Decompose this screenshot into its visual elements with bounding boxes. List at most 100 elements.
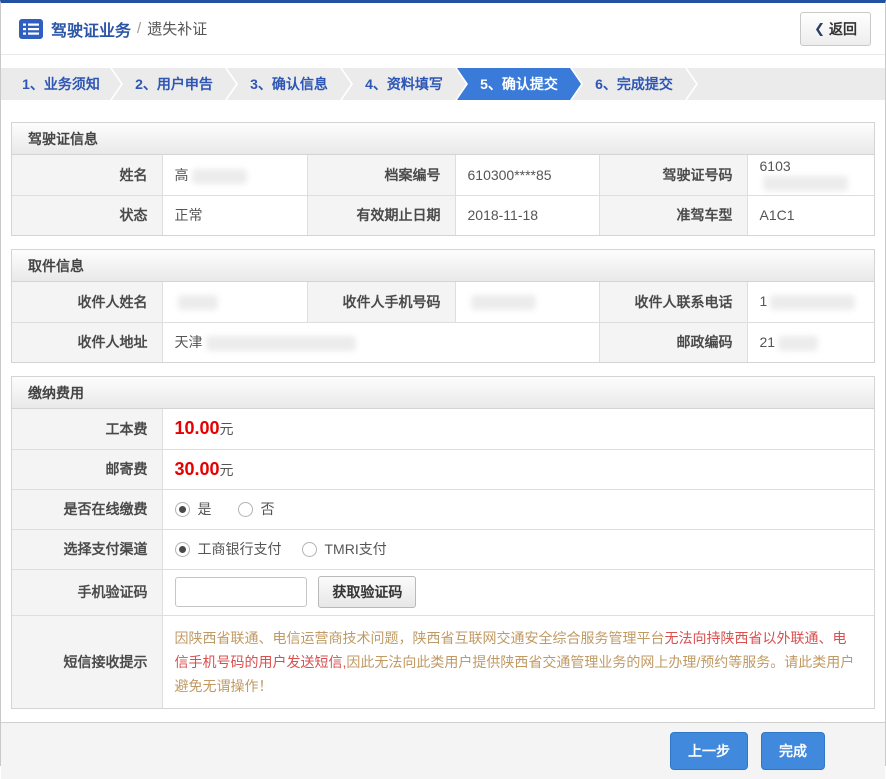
step-wizard-bar: 1、业务须知 2、用户申告 3、确认信息 4、资料填写 5、确认提交 6、完成提…	[1, 68, 885, 100]
table-row: 收件人地址 天津 邮政编码 21	[12, 322, 874, 362]
section-pickup-info: 取件信息 收件人姓名 收件人手机号码 收件人联系电话 1 收件人地址 天津 邮政…	[11, 249, 875, 363]
radio-channel-tmri[interactable]: TMRI支付	[302, 539, 387, 559]
step-1-business-notice: 1、业务须知	[1, 68, 121, 100]
section-title-license-info: 驾驶证信息	[12, 123, 874, 155]
step-bar-filler	[687, 68, 885, 100]
step-6-complete-submit: 6、完成提交	[572, 68, 696, 100]
sms-code-field: 获取验证码	[162, 569, 874, 615]
radio-selected-icon	[175, 502, 190, 517]
name-label: 姓名	[12, 155, 162, 195]
get-code-button[interactable]: 获取验证码	[318, 576, 416, 608]
file-no-value: 610300****85	[455, 155, 599, 195]
sms-notice-label: 短信接收提示	[12, 615, 162, 708]
status-label: 状态	[12, 195, 162, 235]
postage-value: 30.00元	[162, 449, 874, 489]
table-row: 姓名 高 档案编号 610300****85 驾驶证号码 6103	[12, 155, 874, 195]
back-chevron-icon: ❮	[814, 21, 825, 37]
channel-label: 选择支付渠道	[12, 529, 162, 569]
back-button[interactable]: ❮ 返回	[800, 12, 871, 46]
radio-label: TMRI支付	[325, 539, 387, 559]
postage-amount: 30.00	[175, 459, 220, 479]
vehicle-class-label: 准驾车型	[599, 195, 747, 235]
table-row: 手机验证码 获取验证码	[12, 569, 874, 615]
redacted-name	[192, 169, 247, 184]
postage-unit: 元	[220, 462, 234, 478]
header: 驾驶证业务 / 遗失补证 ❮ 返回	[1, 3, 885, 55]
section-title-pickup-info: 取件信息	[12, 250, 874, 282]
name-value: 高	[162, 155, 307, 195]
postage-label: 邮寄费	[12, 449, 162, 489]
finish-button[interactable]: 完成	[761, 732, 825, 770]
radio-label: 是	[198, 499, 212, 519]
radio-online-no[interactable]: 否	[238, 499, 275, 519]
table-row: 短信接收提示 因陕西省联通、电信运营商技术问题，陕西省互联网交通安全综合服务管理…	[12, 615, 874, 708]
pickup-info-table: 收件人姓名 收件人手机号码 收件人联系电话 1 收件人地址 天津 邮政编码 21	[12, 282, 874, 362]
table-row: 工本费 10.00元	[12, 409, 874, 449]
sms-notice-text: 因陕西省联通、电信运营商技术问题，陕西省互联网交通安全综合服务管理平台无法向持陕…	[162, 615, 874, 708]
back-button-label: 返回	[829, 19, 857, 39]
section-title-payment: 缴纳费用	[12, 377, 874, 409]
payment-table: 工本费 10.00元 邮寄费 30.00元 是否在线缴费 是	[12, 409, 874, 708]
recipient-address-label: 收件人地址	[12, 322, 162, 362]
notice-part-1: 因陕西省联通、电信运营商技术问题，陕西省互联网交通安全综合服务管理平台	[175, 630, 665, 646]
radio-unselected-icon	[302, 542, 317, 557]
table-row: 状态 正常 有效期止日期 2018-11-18 准驾车型 A1C1	[12, 195, 874, 235]
step-4-fill-data: 4、资料填写	[342, 68, 466, 100]
expiry-value: 2018-11-18	[455, 195, 599, 235]
radio-label: 工商银行支付	[198, 539, 282, 559]
expiry-label: 有效期止日期	[307, 195, 455, 235]
radio-selected-icon	[175, 542, 190, 557]
table-row: 选择支付渠道 工商银行支付 TMRI支付	[12, 529, 874, 569]
online-pay-options: 是 否	[162, 489, 874, 529]
sms-code-input[interactable]	[175, 577, 307, 607]
license-no-value: 6103	[747, 155, 874, 195]
postal-code-value: 21	[747, 322, 874, 362]
recipient-phone-label: 收件人联系电话	[599, 282, 747, 322]
step-2-user-declaration: 2、用户申告	[112, 68, 236, 100]
vehicle-class-value: A1C1	[747, 195, 874, 235]
license-info-table: 姓名 高 档案编号 610300****85 驾驶证号码 6103 状态 正常 …	[12, 155, 874, 235]
license-list-icon	[19, 19, 43, 39]
file-no-label: 档案编号	[307, 155, 455, 195]
fee-label: 工本费	[12, 409, 162, 449]
redacted-recipient-name	[178, 295, 218, 310]
fee-value: 10.00元	[162, 409, 874, 449]
sms-code-label: 手机验证码	[12, 569, 162, 615]
redacted-recipient-address	[206, 336, 356, 351]
recipient-name-value	[162, 282, 307, 322]
recipient-address-value: 天津	[162, 322, 599, 362]
redacted-license-no	[763, 176, 848, 191]
footer-action-bar: 上一步 完成	[1, 722, 885, 779]
redacted-postal-code	[778, 336, 818, 351]
page-title: 驾驶证业务	[51, 17, 131, 41]
step-5-confirm-submit-active: 5、确认提交	[457, 68, 581, 100]
section-license-info: 驾驶证信息 姓名 高 档案编号 610300****85 驾驶证号码 6103 …	[11, 122, 875, 236]
radio-unselected-icon	[238, 502, 253, 517]
page-container: 驾驶证业务 / 遗失补证 ❮ 返回 1、业务须知 2、用户申告 3、确认信息 4…	[0, 0, 886, 766]
table-row: 邮寄费 30.00元	[12, 449, 874, 489]
channel-options: 工商银行支付 TMRI支付	[162, 529, 874, 569]
recipient-mobile-value	[455, 282, 599, 322]
radio-label: 否	[261, 499, 275, 519]
section-payment: 缴纳费用 工本费 10.00元 邮寄费 30.00元 是否在线缴费	[11, 376, 875, 709]
recipient-name-label: 收件人姓名	[12, 282, 162, 322]
table-row: 是否在线缴费 是 否	[12, 489, 874, 529]
breadcrumb-separator: /	[137, 20, 141, 37]
prev-step-button[interactable]: 上一步	[670, 732, 748, 770]
recipient-mobile-label: 收件人手机号码	[307, 282, 455, 322]
table-row: 收件人姓名 收件人手机号码 收件人联系电话 1	[12, 282, 874, 322]
main-content: 驾驶证信息 姓名 高 档案编号 610300****85 驾驶证号码 6103 …	[1, 100, 885, 722]
recipient-phone-value: 1	[747, 282, 874, 322]
step-3-confirm-info: 3、确认信息	[227, 68, 351, 100]
status-value: 正常	[162, 195, 307, 235]
fee-unit: 元	[220, 421, 234, 437]
redacted-recipient-phone	[770, 295, 855, 310]
fee-amount: 10.00	[175, 418, 220, 438]
page-subtitle: 遗失补证	[147, 18, 207, 39]
online-pay-label: 是否在线缴费	[12, 489, 162, 529]
radio-online-yes[interactable]: 是	[175, 499, 212, 519]
postal-code-label: 邮政编码	[599, 322, 747, 362]
license-no-label: 驾驶证号码	[599, 155, 747, 195]
redacted-recipient-mobile	[471, 295, 536, 310]
radio-channel-icbc[interactable]: 工商银行支付	[175, 539, 282, 559]
